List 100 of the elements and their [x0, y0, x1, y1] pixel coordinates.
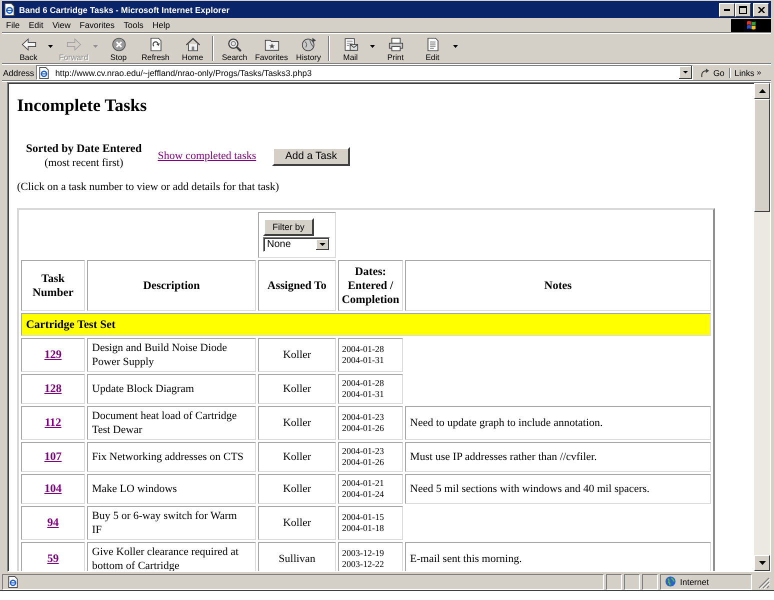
scrollbar[interactable] [754, 83, 770, 571]
assignee-name: Koller [282, 383, 312, 395]
page-heading: Incomplete Tasks [17, 95, 147, 116]
status-pane [624, 574, 640, 590]
task-description: Give Koller clearance required at bottom of Cartridge [92, 546, 239, 571]
scroll-up-button[interactable] [754, 83, 770, 99]
home-button[interactable]: Home [174, 35, 211, 62]
history-button[interactable]: History [290, 35, 327, 62]
entered-date: 2003-12-19 [342, 548, 385, 559]
go-button[interactable]: Go [693, 68, 729, 78]
dropdown-arrow-icon[interactable] [679, 66, 692, 79]
menu-item[interactable]: File [2, 20, 24, 30]
page-icon [7, 576, 19, 588]
task-description: Make LO windows [92, 483, 177, 495]
task-description: Design and Build Noise Diode Power Supply [92, 342, 228, 368]
column-header: Assigned To [258, 260, 336, 311]
edit-button[interactable]: Edit [414, 35, 451, 62]
minimize-icon [724, 8, 730, 10]
task-number-link[interactable]: 129 [44, 349, 62, 361]
stop-button[interactable]: Stop [100, 35, 137, 62]
maximize-icon [739, 6, 747, 14]
maximize-button[interactable] [735, 2, 751, 16]
menu-item[interactable]: View [48, 20, 75, 30]
scroll-down-button[interactable] [754, 555, 770, 571]
sort-note: (most recent first) [44, 156, 124, 170]
task-number-link[interactable]: 112 [44, 417, 62, 429]
address-label: Address [3, 68, 34, 78]
column-header: Notes [405, 260, 711, 311]
links-button[interactable]: Links » [728, 68, 762, 78]
caret-icon[interactable] [453, 45, 458, 48]
group-header: Cartridge Test Set [21, 313, 711, 336]
task-note: Need to update graph to include annotation. [410, 417, 603, 429]
task-number-link[interactable]: 128 [44, 383, 62, 395]
assignee-name: Koller [282, 517, 312, 529]
print-button[interactable]: Print [377, 35, 414, 62]
completion-date: 2004-01-26 [342, 457, 385, 468]
entered-date: 2004-01-23 [342, 446, 385, 457]
completion-date: 2004-01-31 [342, 389, 385, 400]
entered-date: 2004-01-28 [342, 344, 385, 355]
task-note: E-mail sent this morning. [410, 553, 522, 565]
completion-date: 2004-01-26 [342, 423, 385, 434]
task-description: Document heat load of Cartridge Test Dewar [92, 410, 237, 436]
menu-item[interactable]: Help [148, 20, 174, 30]
menu-item[interactable]: Edit [24, 20, 48, 30]
page-icon [3, 3, 16, 16]
menu-item[interactable]: Favorites [76, 20, 119, 30]
entered-date: 2004-01-28 [342, 378, 385, 389]
close-button[interactable] [753, 2, 769, 16]
caret-icon[interactable] [370, 45, 375, 48]
assignee-name: Koller [282, 417, 312, 429]
resize-grip-icon[interactable] [758, 577, 770, 589]
caret-icon [316, 239, 329, 250]
task-number-link[interactable]: 94 [47, 517, 59, 529]
task-description: Fix Networking addresses on CTS [92, 451, 244, 463]
address-field[interactable]: http://www.cv.nrao.edu/~jeffland/nrao-only/Progs/Tasks/Tasks3.php3 [36, 65, 694, 80]
go-arrow-icon [700, 68, 710, 78]
entered-date: 2004-01-15 [342, 512, 385, 523]
up-arrow-icon [758, 89, 766, 93]
task-description: Buy 5 or 6-way switch for Warm IF [92, 510, 237, 536]
page-icon [38, 66, 50, 78]
task-note: Must use IP addresses rather than //cvfiler. [410, 451, 597, 463]
filter-button[interactable]: Filter by [263, 218, 314, 236]
assignee-name: Koller [282, 483, 312, 495]
sort-label: Sorted by Date Entered [26, 142, 142, 156]
menu-item[interactable]: Tools [120, 20, 148, 30]
assignee-name: Koller [282, 451, 312, 463]
status-pane [606, 574, 622, 590]
assignee-name: Koller [282, 349, 312, 361]
search-button[interactable]: Search [216, 35, 253, 62]
task-note: Need 5 mil sections with windows and 40 mil spacers. [410, 483, 650, 495]
column-header: Description [87, 260, 256, 311]
add-task-button[interactable]: Add a Task [272, 146, 350, 166]
instruction-text: (Click on a task number to view or add details for that task) [17, 181, 280, 193]
column-header: Task Number [21, 260, 85, 311]
task-number-link[interactable]: 107 [44, 451, 62, 463]
minimize-button[interactable] [719, 2, 735, 16]
completion-date: 2003-12-22 [342, 559, 385, 570]
down-arrow-icon [758, 561, 766, 565]
caret-icon[interactable] [48, 45, 53, 48]
flag-logo-icon [731, 18, 771, 32]
assignee-name: Sullivan [278, 553, 316, 565]
zone-label: Internet [680, 576, 709, 586]
refresh-button[interactable]: Refresh [137, 35, 174, 62]
completion-date: 2004-01-18 [342, 523, 385, 534]
task-number-link[interactable]: 104 [44, 483, 62, 495]
completion-date: 2004-01-24 [342, 489, 385, 500]
entered-date: 2004-01-21 [342, 478, 385, 489]
globe-icon [665, 576, 676, 587]
task-description: Update Block Diagram [92, 383, 194, 395]
back-button[interactable]: Back [10, 35, 47, 62]
completion-date: 2004-01-31 [342, 355, 385, 366]
status-pane [642, 574, 658, 590]
scrollbar-thumb[interactable] [754, 99, 770, 212]
favorites-button[interactable]: Favorites [253, 35, 290, 62]
completed-tasks-link[interactable]: Show completed tasks [158, 150, 256, 162]
filter-select[interactable]: None [263, 237, 330, 252]
task-number-link[interactable]: 59 [47, 553, 59, 565]
window-title: Band 6 Cartridge Tasks - Microsoft Internet Explorer [19, 4, 230, 14]
mail-button[interactable]: Mail [332, 35, 369, 62]
column-header: Dates: Entered / Completion [338, 260, 403, 311]
